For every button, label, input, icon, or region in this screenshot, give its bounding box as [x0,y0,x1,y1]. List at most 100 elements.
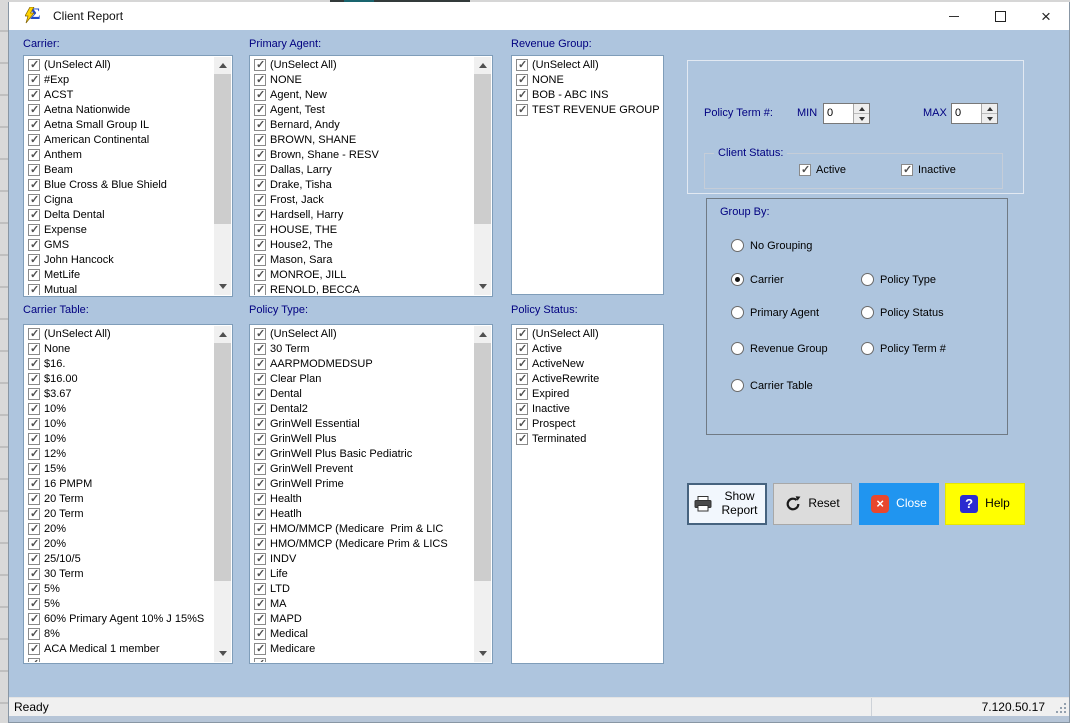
checkbox-icon[interactable] [28,104,40,116]
checkbox-icon[interactable] [254,284,266,296]
checkbox-icon[interactable] [28,343,40,355]
policy-term-max-spinner[interactable]: 0 [951,103,998,124]
checkbox-icon[interactable] [28,239,40,251]
revenue-group-list[interactable]: (UnSelect All)NONEBOB - ABC INSTEST REVE… [511,55,664,295]
checkbox-icon[interactable] [28,613,40,625]
scroll-up-icon[interactable] [474,57,491,74]
list-item[interactable]: ActiveNew [513,356,662,371]
list-item[interactable]: AARPMODMEDSUP [251,356,474,371]
list-item[interactable]: NONE [251,72,474,87]
checkbox-icon[interactable] [254,239,266,251]
checkbox-icon[interactable] [28,134,40,146]
list-item[interactable]: MAPD [251,611,474,626]
checkbox-icon[interactable] [28,403,40,415]
scrollbar-thumb[interactable] [474,74,491,224]
primary-agent-scrollbar[interactable] [474,57,491,295]
list-item[interactable]: Anthem [25,147,214,162]
checkbox-icon[interactable] [28,598,40,610]
spin-down-icon[interactable] [982,114,997,123]
spin-up-icon[interactable] [854,104,869,114]
checkbox-icon[interactable] [28,194,40,206]
radio-policy-term[interactable]: Policy Term # [861,342,946,355]
checkbox-icon[interactable] [28,568,40,580]
list-item[interactable]: None [25,341,214,356]
carrier-table-scrollbar[interactable] [214,326,231,662]
checkbox-icon[interactable] [28,328,40,340]
scrollbar-thumb[interactable] [214,74,231,224]
checkbox-icon[interactable] [28,553,40,565]
list-item[interactable]: 20 Term [25,506,214,521]
checkbox-icon[interactable] [516,59,528,71]
checkbox-icon[interactable] [516,343,528,355]
checkbox-icon[interactable] [516,358,528,370]
checkbox-icon[interactable] [254,403,266,415]
list-item[interactable]: INDV [251,551,474,566]
checkbox-icon[interactable] [28,463,40,475]
checkbox-icon[interactable] [254,523,266,535]
list-item[interactable] [251,656,474,662]
checkbox-icon[interactable] [254,463,266,475]
list-item[interactable]: BROWN, SHANE [251,132,474,147]
radio-carrier-table[interactable]: Carrier Table [731,379,813,392]
policy-term-min-value[interactable]: 0 [824,104,853,123]
list-item[interactable]: HOUSE, THE [251,222,474,237]
scrollbar-thumb[interactable] [474,343,491,581]
list-item[interactable]: ACST [25,87,214,102]
list-item[interactable]: 8% [25,626,214,641]
list-item[interactable]: Mutual [25,282,214,295]
scroll-down-icon[interactable] [214,645,231,662]
radio-icon[interactable] [731,379,744,392]
checkbox-icon[interactable] [254,164,266,176]
list-item[interactable]: ActiveRewrite [513,371,662,386]
checkbox-icon[interactable] [28,89,40,101]
list-item[interactable]: Clear Plan [251,371,474,386]
checkbox-icon[interactable] [254,658,266,663]
show-report-button[interactable]: Show Report [687,483,767,525]
list-item[interactable]: (UnSelect All) [251,326,474,341]
checkbox-icon[interactable] [799,164,811,176]
checkbox-icon[interactable] [254,583,266,595]
list-item[interactable]: 25/10/5 [25,551,214,566]
close-button[interactable]: × Close [859,483,939,525]
list-item[interactable]: 15% [25,461,214,476]
checkbox-icon[interactable] [254,478,266,490]
policy-term-min-spinner[interactable]: 0 [823,103,870,124]
list-item[interactable]: Frost, Jack [251,192,474,207]
list-item[interactable]: Inactive [513,401,662,416]
list-item[interactable]: Cigna [25,192,214,207]
list-item[interactable]: (UnSelect All) [25,57,214,72]
radio-policy-status[interactable]: Policy Status [861,306,944,319]
checkbox-icon[interactable] [254,418,266,430]
checkbox-icon[interactable] [516,104,528,116]
list-item[interactable]: House2, The [251,237,474,252]
checkbox-icon[interactable] [516,403,528,415]
list-item[interactable]: 30 Term [25,566,214,581]
checkbox-icon[interactable] [254,598,266,610]
list-item[interactable]: (UnSelect All) [251,57,474,72]
maximize-button[interactable] [977,2,1023,30]
checkbox-icon[interactable] [28,388,40,400]
list-item[interactable]: 5% [25,581,214,596]
list-item[interactable]: (UnSelect All) [513,57,662,72]
list-item[interactable]: Expired [513,386,662,401]
checkbox-icon[interactable] [28,478,40,490]
scroll-down-icon[interactable] [474,645,491,662]
list-item[interactable]: GrinWell Prevent [251,461,474,476]
radio-icon[interactable] [731,342,744,355]
radio-no-grouping[interactable]: No Grouping [731,239,812,252]
checkbox-icon[interactable] [254,209,266,221]
list-item[interactable]: GrinWell Plus Basic Pediatric [251,446,474,461]
checkbox-icon[interactable] [516,89,528,101]
checkbox-icon[interactable] [254,74,266,86]
list-item[interactable]: RENOLD, BECCA [251,282,474,295]
checkbox-icon[interactable] [254,59,266,71]
list-item[interactable]: (UnSelect All) [25,326,214,341]
radio-icon[interactable] [861,273,874,286]
list-item[interactable]: Beam [25,162,214,177]
checkbox-icon[interactable] [254,254,266,266]
list-item[interactable]: Agent, Test [251,102,474,117]
list-item[interactable]: NONE [513,72,662,87]
list-item[interactable]: Terminated [513,431,662,446]
checkbox-icon[interactable] [254,269,266,281]
list-item[interactable]: ACA Medical 1 member [25,641,214,656]
